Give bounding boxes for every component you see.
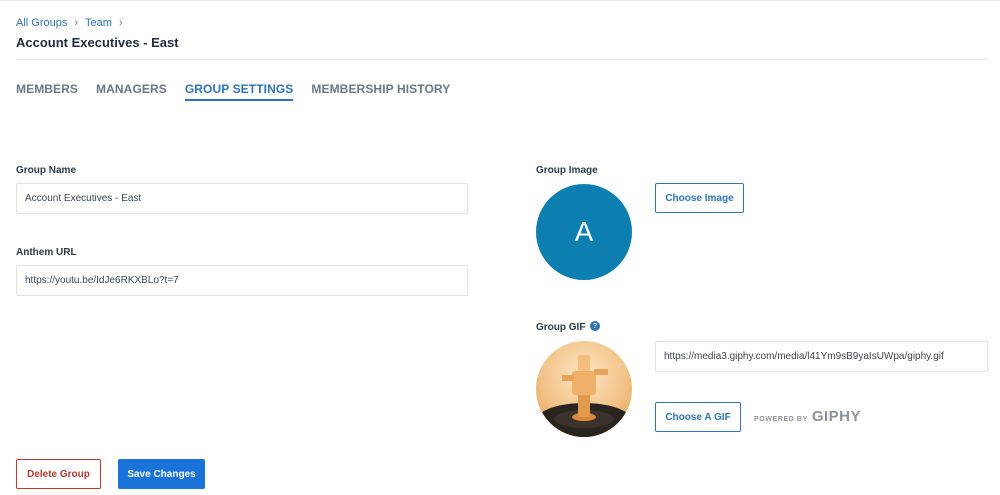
header-divider <box>16 59 988 60</box>
group-avatar: A <box>536 184 632 280</box>
anthem-url-label: Anthem URL <box>16 247 77 258</box>
breadcrumb-team[interactable]: Team <box>85 17 112 29</box>
save-changes-button[interactable]: Save Changes <box>118 459 205 489</box>
breadcrumb-separator: › <box>74 17 79 29</box>
tab-members[interactable]: MEMBERS <box>16 82 78 101</box>
breadcrumb: All Groups › Team › <box>16 17 130 29</box>
group-gif-preview <box>536 341 632 437</box>
powered-by-giphy: POWERED BY GIPHY <box>754 408 861 425</box>
gif-url-input[interactable]: https://media3.giphy.com/media/l41Ym9sB9… <box>655 341 988 372</box>
anthem-url-input[interactable]: https://youtu.be/IdJe6RKXBLo?t=7 <box>16 265 468 296</box>
giphy-logo: GIPHY <box>811 408 862 425</box>
tab-membership-history[interactable]: MEMBERSHIP HISTORY <box>311 82 450 101</box>
tab-bar: MEMBERS MANAGERS GROUP SETTINGS MEMBERSH… <box>16 82 468 101</box>
group-name-label: Group Name <box>16 165 77 176</box>
page-title: Account Executives - East <box>16 35 179 50</box>
choose-image-button[interactable]: Choose Image <box>655 183 744 213</box>
group-image-label: Group Image <box>536 165 598 176</box>
delete-group-button[interactable]: Delete Group <box>16 459 101 489</box>
tab-managers[interactable]: MANAGERS <box>96 82 167 101</box>
choose-gif-button[interactable]: Choose A GIF <box>655 402 741 432</box>
breadcrumb-all-groups[interactable]: All Groups <box>16 17 67 29</box>
breadcrumb-separator: › <box>118 17 123 29</box>
help-icon[interactable]: ? <box>590 321 600 331</box>
group-name-input[interactable]: Account Executives - East <box>16 183 468 214</box>
top-border <box>0 0 1000 1</box>
group-gif-label: Group GIF <box>536 322 586 333</box>
tab-group-settings[interactable]: GROUP SETTINGS <box>184 82 294 101</box>
gif-image-icon <box>536 341 632 437</box>
powered-by-text: POWERED BY <box>754 416 808 423</box>
